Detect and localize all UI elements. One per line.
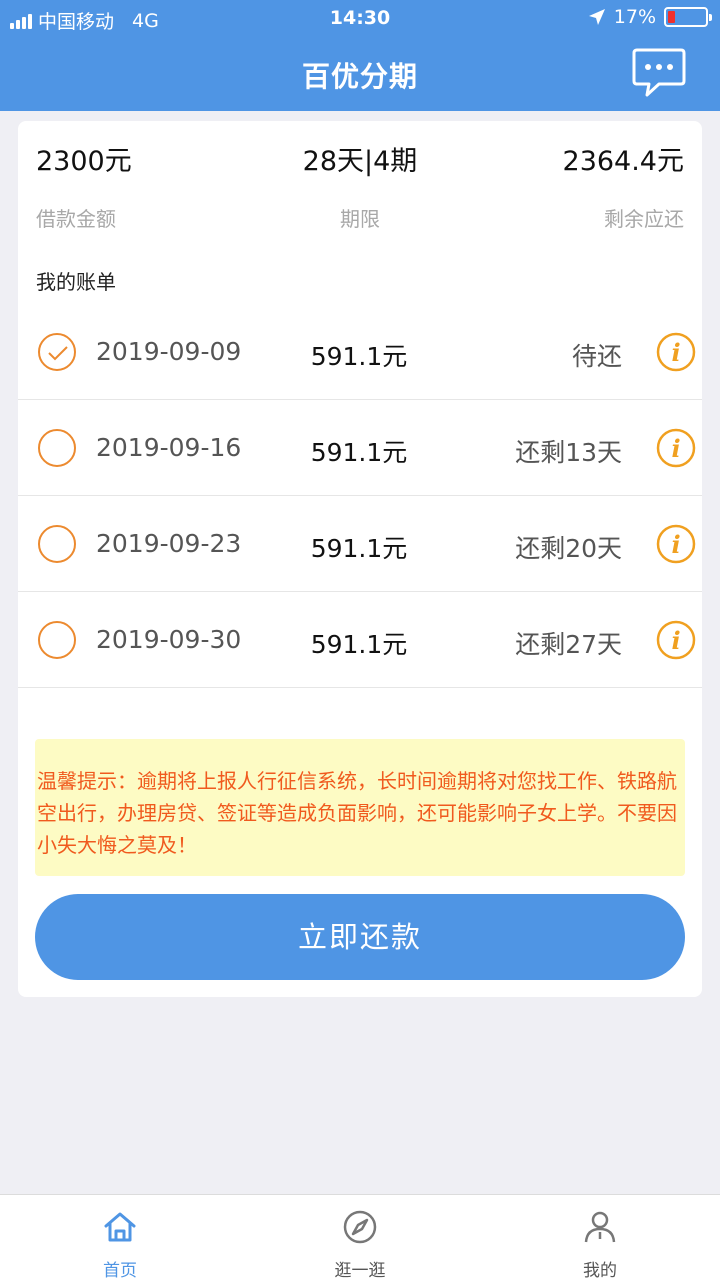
info-icon[interactable]: i [656,332,696,372]
tab-browse[interactable]: 逛一逛 [300,1195,420,1280]
svg-text:i: i [671,434,680,463]
overdue-notice: 温馨提示：逾期将上报人行征信系统，长时间逾期将对您找工作、铁路航空出行，办理房贷… [35,739,685,876]
compass-icon [343,1210,377,1244]
bill-date: 2019-09-30 [96,625,242,654]
bill-date: 2019-09-23 [96,529,242,558]
bill-status: 还剩20天 [515,534,622,563]
loan-card: 2300元 28天|4期 2364.4元 借款金额 期限 剩余应还 我的账单 2… [18,121,702,997]
loan-amount-value: 2300元 [36,146,132,177]
bill-row[interactable]: 2019-09-16 591.1元 还剩13天 i [18,400,702,496]
bill-amount: 591.1元 [310,630,408,659]
top-bar: 中国移动 4G 14:30 17% 百优分期 [0,0,720,111]
loan-amount-label: 借款金额 [36,207,116,231]
info-icon[interactable]: i [656,428,696,468]
bill-row[interactable]: 2019-09-30 591.1元 还剩27天 i [18,592,702,688]
svg-text:i: i [671,338,680,367]
bills-title: 我的账单 [36,270,116,294]
bill-amount: 591.1元 [310,534,408,563]
svg-text:i: i [671,626,680,655]
battery-icon [664,7,712,27]
svg-text:i: i [671,530,680,559]
page-title: 百优分期 [301,60,418,93]
bill-status: 还剩13天 [515,438,622,467]
remaining-value: 2364.4元 [562,146,684,177]
chat-bubble-icon[interactable] [631,47,687,99]
bill-amount: 591.1元 [310,438,408,467]
tab-mine-label: 我的 [583,1261,617,1280]
tab-home-label: 首页 [103,1261,137,1280]
battery-percent: 17% [613,6,656,28]
tab-browse-label: 逛一逛 [334,1261,386,1280]
status-bar: 中国移动 4G 14:30 17% [0,0,720,36]
bill-date: 2019-09-16 [96,433,242,462]
loan-term-label: 期限 [340,207,380,231]
bill-amount: 591.1元 [310,342,408,371]
unchecked-circle-icon[interactable] [38,621,76,659]
tab-mine[interactable]: 我的 [540,1195,660,1280]
unchecked-circle-icon[interactable] [38,525,76,563]
tab-bar: 首页 逛一逛 我的 [0,1194,720,1280]
user-icon [584,1211,616,1243]
checked-circle-icon[interactable] [38,333,76,371]
repay-now-button[interactable]: 立即还款 [35,894,685,980]
bill-row[interactable]: 2019-09-09 591.1元 待还 i [18,304,702,400]
home-icon [104,1212,136,1242]
location-arrow-icon [588,9,605,25]
info-icon[interactable]: i [656,620,696,660]
loan-term-value: 28天|4期 [302,146,418,177]
bill-date: 2019-09-09 [96,337,242,366]
tab-home[interactable]: 首页 [60,1195,180,1280]
unchecked-circle-icon[interactable] [38,429,76,467]
bill-status: 还剩27天 [515,630,622,659]
remaining-label: 剩余应还 [604,207,684,231]
bill-status: 待还 [571,342,622,371]
info-icon[interactable]: i [656,524,696,564]
bill-row[interactable]: 2019-09-23 591.1元 还剩20天 i [18,496,702,592]
status-right: 17% [588,6,712,28]
